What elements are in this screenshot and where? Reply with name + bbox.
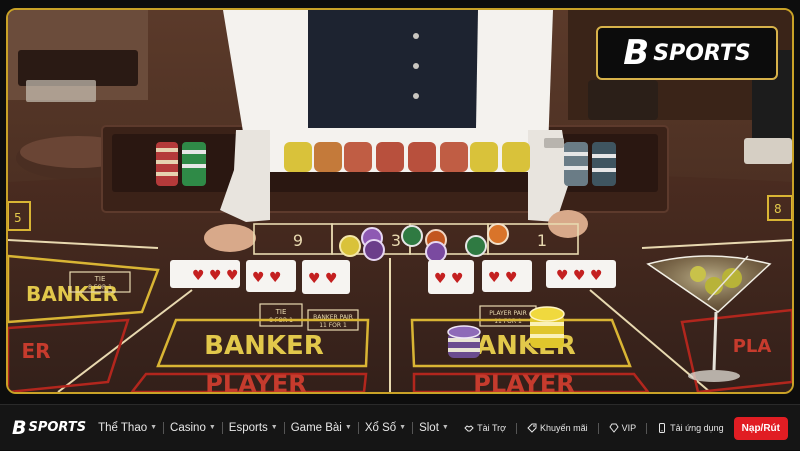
- table-chip-stack: [529, 306, 565, 348]
- nav-item-game-bai[interactable]: Game Bài ▼: [285, 422, 358, 434]
- player-pair-label: PLAYER PAIR: [489, 310, 527, 317]
- deposit-withdraw-button[interactable]: Nạp/Rút: [733, 416, 788, 440]
- brand-logo-badge: B SPORTS: [596, 26, 778, 80]
- bet-chip: [363, 239, 385, 261]
- util-vip[interactable]: VIP: [608, 423, 637, 433]
- util-tai-tro[interactable]: Tài Trợ: [464, 423, 506, 433]
- right-zone-label: PLA: [733, 336, 772, 357]
- nav-item-label: Casino: [170, 421, 206, 434]
- svg-text:♥ ♥: ♥ ♥: [488, 270, 518, 286]
- util-divider: [516, 422, 518, 434]
- nav-item-label: Esports: [228, 421, 268, 434]
- nav-menu: Thể Thao ▼ Casino ▼ Esports ▼ Game Bài ▼ Xổ …: [92, 421, 455, 434]
- bet-chip: [487, 223, 509, 245]
- seat-number-1: 1: [537, 231, 547, 250]
- seat-number-3: 3: [391, 231, 401, 250]
- chevron-down-icon: ▼: [441, 424, 449, 431]
- svg-text:♥ ♥: ♥ ♥: [434, 271, 464, 287]
- chevron-down-icon: ▼: [399, 424, 407, 431]
- nav-item-slot[interactable]: Slot ▼: [413, 422, 455, 434]
- side-marker: 8: [774, 202, 782, 216]
- tie-label: TIE: [94, 275, 106, 283]
- player-bet-zone-right: PLAYER: [473, 370, 574, 392]
- player-bet-zone-left: PLAYER: [205, 370, 306, 392]
- main-navbar: B SPORTS Thể Thao ▼ Casino ▼ Esports ▼ Game…: [0, 404, 800, 450]
- nav-item-casino[interactable]: Casino ▼: [164, 422, 222, 434]
- svg-text:♥ ♥: ♥ ♥: [308, 271, 338, 287]
- table-chip-stack: [447, 325, 481, 358]
- util-khuyen-mai[interactable]: Khuyến mãi: [527, 423, 588, 433]
- util-label: Tải ứng dụng: [670, 423, 724, 433]
- svg-text:♥ ♥: ♥ ♥: [252, 270, 282, 286]
- side-zone-player-label: ER: [21, 339, 50, 363]
- brand-wordmark: SPORTS: [28, 420, 87, 435]
- util-divider: [597, 422, 599, 434]
- util-label: VIP: [621, 423, 637, 433]
- tie-label: TIE: [275, 308, 287, 316]
- bet-chip: [339, 235, 361, 257]
- chevron-down-icon: ▼: [208, 424, 216, 431]
- banker-bet-zone-left: BANKER: [204, 331, 324, 361]
- handshake-icon: [464, 425, 474, 432]
- nav-item-xo-so[interactable]: Xổ Số ▼: [359, 422, 412, 434]
- brand-b-icon: B: [12, 416, 27, 439]
- svg-text:♥ ♥ ♥: ♥ ♥ ♥: [192, 268, 239, 284]
- bet-chip: [425, 241, 447, 263]
- diamond-icon: [608, 423, 619, 433]
- util-tai-ung-dung[interactable]: Tải ứng dụng: [657, 423, 724, 433]
- tag-icon: [527, 423, 537, 433]
- util-label: Tài Trợ: [477, 423, 507, 433]
- phone-icon: [659, 423, 666, 433]
- nav-item-label: Thể Thao: [98, 421, 148, 434]
- chevron-down-icon: ▼: [270, 424, 278, 431]
- nav-utilities: Tài Trợ Khuyến mãi VIP Tải ứng dụng Nạp/…: [464, 405, 788, 451]
- bet-chip: [401, 225, 423, 247]
- hero-banner[interactable]: 9 3 2 1 ♥ ♥ ♥ ♥ ♥ ♥ ♥: [6, 8, 794, 394]
- side-marker: 5: [14, 211, 22, 225]
- nav-item-label: Slot: [419, 421, 439, 434]
- chevron-down-icon: ▼: [150, 424, 158, 431]
- screen: 9 3 2 1 ♥ ♥ ♥ ♥ ♥ ♥ ♥: [0, 0, 800, 450]
- tie-odds: 8 FOR 1: [88, 284, 112, 291]
- util-divider: [646, 422, 648, 434]
- brand-b-icon: B: [623, 33, 649, 73]
- bet-chip: [465, 235, 487, 257]
- chevron-down-icon: ▼: [344, 424, 352, 431]
- nav-logo[interactable]: B SPORTS: [12, 417, 86, 439]
- nav-item-label: Xổ Số: [364, 421, 397, 434]
- nav-item-the-thao[interactable]: Thể Thao ▼: [92, 422, 163, 434]
- banker-pair-odds: 11 FOR 1: [319, 322, 347, 329]
- util-label: Khuyến mãi: [540, 423, 588, 433]
- nav-item-esports[interactable]: Esports ▼: [223, 422, 284, 434]
- svg-text:♥ ♥ ♥: ♥ ♥ ♥: [556, 268, 603, 284]
- seat-number-9: 9: [293, 231, 303, 250]
- brand-wordmark: SPORTS: [653, 40, 751, 66]
- nav-item-label: Game Bài: [290, 421, 342, 434]
